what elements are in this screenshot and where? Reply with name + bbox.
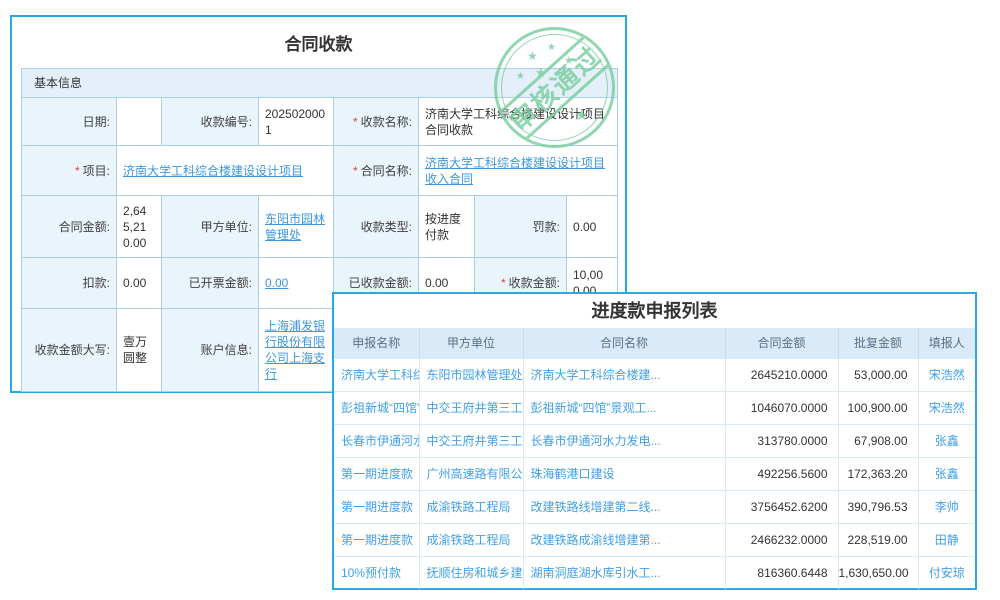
amount-in-words-label: 收款金额大写: <box>22 309 117 392</box>
contract-amount-cell: 2645210.0000 <box>725 358 838 391</box>
column-header-declaration-name: 申报名称 <box>334 328 419 358</box>
contract-name-link[interactable]: 湖南洞庭湖水库引水工... <box>531 566 661 580</box>
contract-name-link[interactable]: 长春市伊通河水力发电... <box>531 434 661 448</box>
table-row: 长春市伊通河水... 中交王府井第三工... 长春市伊通河水力发电... 313… <box>334 424 975 457</box>
approved-amount-cell: 390,796.53 <box>838 490 918 523</box>
date-value[interactable] <box>117 98 162 146</box>
project-value: 济南大学工科综合楼建设设计项目 <box>117 146 334 196</box>
invoiced-amount-value: 0.00 <box>259 258 334 309</box>
declaration-name-link[interactable]: 济南大学工科综... <box>341 368 419 382</box>
table-row: 彭祖新城“四馆”... 中交王府井第三工... 彭祖新城“四馆”景观工... 1… <box>334 391 975 424</box>
contract-name-link[interactable]: 济南大学工科综合楼建... <box>531 368 661 382</box>
filler-link[interactable]: 宋浩然 <box>929 368 965 382</box>
party-a-link[interactable]: 东阳市园林管理处 <box>265 212 325 242</box>
contract-name-link[interactable]: 改建铁路线增建第二线... <box>531 500 661 514</box>
contract-amount-label: 合同金额: <box>22 196 117 258</box>
contract-name-link[interactable]: 珠海鹤港口建设 <box>531 467 615 481</box>
declaration-name-link[interactable]: 第一期进度款 <box>341 500 413 514</box>
party-a-link[interactable]: 东阳市园林管理处 <box>427 368 523 382</box>
column-header-party-a: 甲方单位 <box>419 328 523 358</box>
contract-amount-cell: 313780.0000 <box>725 424 838 457</box>
table-row: 10%预付款 抚顺住房和城乡建... 湖南洞庭湖水库引水工... 816360.… <box>334 556 975 589</box>
contract-amount-cell: 2466232.0000 <box>725 523 838 556</box>
progress-payment-table: 申报名称 甲方单位 合同名称 合同金额 批复金额 填报人 济南大学工科综... … <box>334 328 975 589</box>
party-a-link[interactable]: 成渝铁路工程局 <box>427 533 511 547</box>
contract-name-link[interactable]: 彭祖新城“四馆”景观工... <box>531 401 657 415</box>
column-header-contract-amount: 合同金额 <box>725 328 838 358</box>
contract-name-link[interactable]: 济南大学工科综合楼建设设计项目收入合同 <box>425 156 605 186</box>
list-title: 进度款申报列表 <box>334 294 975 328</box>
filler-link[interactable]: 田静 <box>935 533 959 547</box>
account-info-label: 账户信息: <box>162 309 259 392</box>
approved-amount-cell: 67,908.00 <box>838 424 918 457</box>
party-a-link[interactable]: 成渝铁路工程局 <box>427 500 511 514</box>
receipt-type-value: 按进度付款 <box>419 196 475 258</box>
filler-link[interactable]: 李帅 <box>935 500 959 514</box>
filler-link[interactable]: 宋浩然 <box>929 401 965 415</box>
form-title: 合同收款 <box>12 30 625 55</box>
project-link[interactable]: 济南大学工科综合楼建设设计项目 <box>123 164 303 178</box>
required-asterisk: * <box>501 276 506 290</box>
deduction-value: 0.00 <box>117 258 162 309</box>
table-row: 第一期进度款 成渝铁路工程局 改建铁路线增建第二线... 3756452.620… <box>334 490 975 523</box>
party-a-label: 甲方单位: <box>162 196 259 258</box>
table-header-row: 申报名称 甲方单位 合同名称 合同金额 批复金额 填报人 <box>334 328 975 358</box>
column-header-contract-name: 合同名称 <box>523 328 725 358</box>
declaration-name-link[interactable]: 第一期进度款 <box>341 533 413 547</box>
amount-in-words-value: 壹万圆整 <box>117 309 162 392</box>
declaration-name-link[interactable]: 彭祖新城“四馆”... <box>341 401 419 415</box>
contract-amount-cell: 3756452.6200 <box>725 490 838 523</box>
contract-amount-cell: 492256.5600 <box>725 457 838 490</box>
party-a-link[interactable]: 抚顺住房和城乡建... <box>427 566 524 580</box>
form-row: *项目: 济南大学工科综合楼建设设计项目 *合同名称: 济南大学工科综合楼建设设… <box>22 146 618 196</box>
deduction-label: 扣款: <box>22 258 117 309</box>
filler-link[interactable]: 张鑫 <box>935 434 959 448</box>
date-label: 日期: <box>22 98 117 146</box>
filler-link[interactable]: 付安琼 <box>929 566 965 580</box>
form-row: 日期: 收款编号: 2025020001 *收款名称: 济南大学工科综合楼建设设… <box>22 98 618 146</box>
receipt-type-label: 收款类型: <box>334 196 419 258</box>
table-row: 第一期进度款 广州高速路有限公司 珠海鹤港口建设 492256.5600 172… <box>334 457 975 490</box>
contract-amount-cell: 1046070.0000 <box>725 391 838 424</box>
fine-value: 0.00 <box>567 196 618 258</box>
contract-amount-value: 2,645,210.00 <box>117 196 162 258</box>
account-info-link[interactable]: 上海浦发银行股份有限公司上海支行 <box>265 319 325 381</box>
contract-name-link[interactable]: 改建铁路成渝线增建第... <box>531 533 661 547</box>
form-row: 合同金额: 2,645,210.00 甲方单位: 东阳市园林管理处 收款类型: … <box>22 196 618 258</box>
approved-amount-cell: 172,363.20 <box>838 457 918 490</box>
party-a-link[interactable]: 中交王府井第三工... <box>427 434 524 448</box>
column-header-filler: 填报人 <box>918 328 975 358</box>
receipt-name-label: *收款名称: <box>334 98 419 146</box>
receipt-name-value: 济南大学工科综合楼建设设计项目合同收款 <box>419 98 618 146</box>
column-header-approved-amount: 批复金额 <box>838 328 918 358</box>
invoiced-amount-link[interactable]: 0.00 <box>265 276 288 290</box>
fine-label: 罚款: <box>475 196 567 258</box>
contract-name-value: 济南大学工科综合楼建设设计项目收入合同 <box>419 146 618 196</box>
party-a-link[interactable]: 广州高速路有限公司 <box>427 467 524 481</box>
approved-amount-cell: 100,900.00 <box>838 391 918 424</box>
project-label: *项目: <box>22 146 117 196</box>
table-row: 第一期进度款 成渝铁路工程局 改建铁路成渝线增建第... 2466232.000… <box>334 523 975 556</box>
declaration-name-link[interactable]: 第一期进度款 <box>341 467 413 481</box>
filler-link[interactable]: 张鑫 <box>935 467 959 481</box>
approved-amount-cell: 228,519.00 <box>838 523 918 556</box>
party-a-link[interactable]: 中交王府井第三工... <box>427 401 524 415</box>
contract-name-label: *合同名称: <box>334 146 419 196</box>
section-header-basic-info: 基本信息 <box>22 69 618 98</box>
required-asterisk: * <box>353 164 358 178</box>
invoiced-amount-label: 已开票金额: <box>162 258 259 309</box>
required-asterisk: * <box>75 164 80 178</box>
declaration-name-link[interactable]: 长春市伊通河水... <box>341 434 419 448</box>
declaration-name-link[interactable]: 10%预付款 <box>341 566 401 580</box>
receipt-no-value: 2025020001 <box>259 98 334 146</box>
party-a-value: 东阳市园林管理处 <box>259 196 334 258</box>
approved-amount-cell: 1,630,650.00 <box>838 556 918 589</box>
contract-amount-cell: 816360.6448 <box>725 556 838 589</box>
progress-payment-list-panel: 进度款申报列表 申报名称 甲方单位 合同名称 合同金额 批复金额 填报人 济南大… <box>332 292 977 590</box>
required-asterisk: * <box>353 115 358 129</box>
table-row: 济南大学工科综... 东阳市园林管理处 济南大学工科综合楼建... 264521… <box>334 358 975 391</box>
approved-amount-cell: 53,000.00 <box>838 358 918 391</box>
account-info-value: 上海浦发银行股份有限公司上海支行 <box>259 309 334 392</box>
receipt-no-label: 收款编号: <box>162 98 259 146</box>
